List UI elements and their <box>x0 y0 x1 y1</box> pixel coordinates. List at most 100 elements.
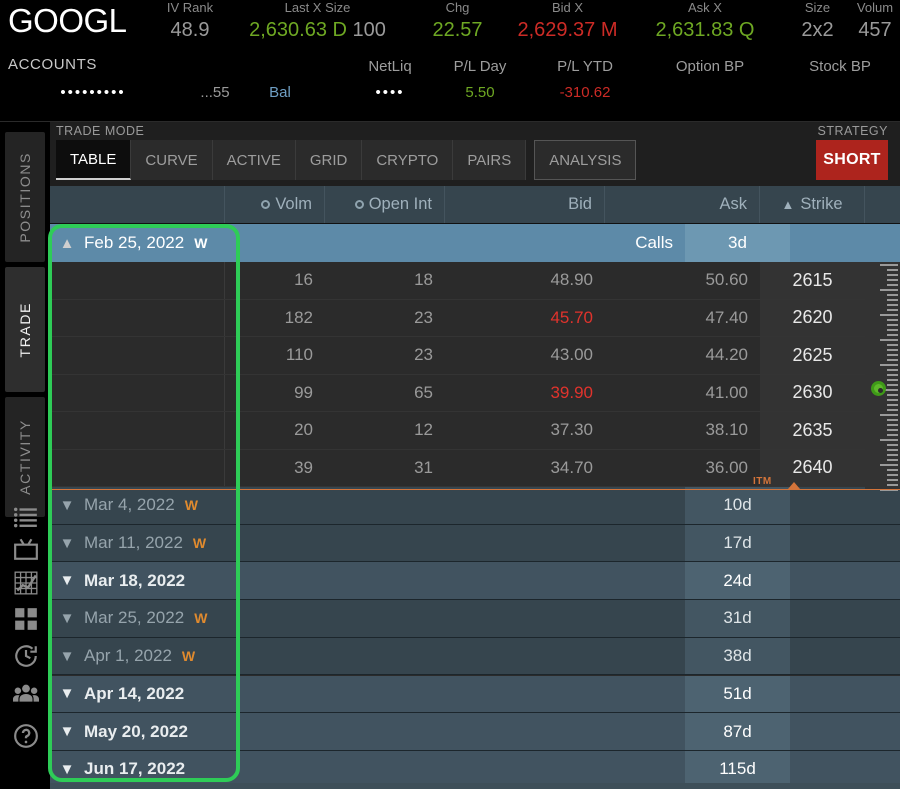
header-ask[interactable]: Ask <box>605 186 760 223</box>
cell-bid[interactable]: 45.70 <box>445 300 605 337</box>
cell-volm[interactable]: 39 <box>225 450 325 487</box>
cell-bid[interactable]: 34.70 <box>445 450 605 487</box>
strategy-short-button[interactable]: SHORT <box>816 140 888 180</box>
option-row[interactable]: 110 23 43.00 44.20 2625 <box>50 337 900 375</box>
people-icon[interactable] <box>13 681 39 707</box>
expiration-name[interactable]: ▼ Mar 25, 2022 W <box>50 600 225 637</box>
cell-strike[interactable]: 2615 <box>760 262 865 299</box>
ruler-tick <box>887 329 898 331</box>
ruler-tick <box>887 444 898 446</box>
expiration-row-spacer <box>225 676 685 713</box>
list-icon[interactable] <box>13 504 39 530</box>
cell-volm[interactable]: 182 <box>225 300 325 337</box>
filter-dot-icon <box>261 200 271 209</box>
cell-strike[interactable]: 2625 <box>760 337 865 374</box>
account-name[interactable]: ••••••••• <box>8 78 178 108</box>
symbol-label[interactable]: GOOGL <box>8 2 127 40</box>
ruler-tick <box>880 439 898 441</box>
cell-bid[interactable]: 48.90 <box>445 262 605 299</box>
ruler-tick <box>880 289 898 291</box>
option-row[interactable]: 99 65 39.90 41.00 2630 <box>50 374 900 412</box>
expiration-name[interactable]: ▼ Mar 11, 2022 W <box>50 525 225 562</box>
expiration-name[interactable]: ▼ May 20, 2022 <box>50 713 225 750</box>
cell-strike[interactable]: 2620 <box>760 299 865 336</box>
rail-tab-label: POSITIONS <box>17 151 33 243</box>
cell-open-int[interactable]: 12 <box>325 412 445 449</box>
cell-open-int[interactable]: 65 <box>325 375 445 412</box>
cell-volm[interactable]: 110 <box>225 337 325 374</box>
help-icon[interactable] <box>13 723 39 749</box>
header-open-int[interactable]: Open Int <box>325 186 445 223</box>
header-bid[interactable]: Bid <box>445 186 605 223</box>
expiration-row[interactable]: ▼ May 20, 2022 87d <box>50 713 900 751</box>
header-volm[interactable]: Volm <box>225 186 325 223</box>
expiration-name[interactable]: ▼ Mar 18, 2022 <box>50 562 225 599</box>
trade-mode-bar: TRADE MODE STRATEGY TABLE CURVE ACTIVE GRID… <box>50 122 900 186</box>
expiration-name[interactable]: ▼ Apr 1, 2022 W <box>50 638 225 675</box>
cell-ask[interactable]: 41.00 <box>605 375 760 412</box>
option-row[interactable]: 182 23 45.70 47.40 2620 <box>50 299 900 337</box>
cell-ask[interactable]: 44.20 <box>605 337 760 374</box>
cell-ask[interactable]: 36.00 <box>605 450 760 487</box>
expiration-days: 87d <box>685 713 790 750</box>
cell-volm[interactable]: 99 <box>225 375 325 412</box>
quote-field-bid-x: Bid X 2,629.37 M <box>500 0 635 44</box>
cell-ask[interactable]: 38.10 <box>605 412 760 449</box>
tab-active[interactable]: ACTIVE <box>212 140 296 180</box>
expiration-name[interactable]: ▼ Apr 14, 2022 <box>50 676 225 713</box>
option-row-spacer[interactable] <box>50 412 225 449</box>
history-clock-icon[interactable] <box>13 643 39 669</box>
option-row-spacer[interactable] <box>50 299 225 336</box>
rail-tab-activity[interactable]: ACTIVITY <box>5 397 45 517</box>
header-strike[interactable]: ▲ Strike <box>760 186 865 223</box>
cell-open-int[interactable]: 18 <box>325 262 445 299</box>
account-mode[interactable]: Bal <box>250 78 310 108</box>
expiration-row[interactable]: ▼ Mar 4, 2022 W 10d <box>50 487 900 525</box>
expiration-row-spacer <box>225 487 685 524</box>
tab-pairs[interactable]: PAIRS <box>453 140 527 180</box>
cell-strike[interactable]: 2640 <box>760 449 865 486</box>
quote-field-last-x-size: Last X Size 2,630.63 D 100 <box>230 0 405 44</box>
cell-open-int[interactable]: 23 <box>325 300 445 337</box>
cell-bid[interactable]: 39.90 <box>445 375 605 412</box>
cell-ask[interactable]: 50.60 <box>605 262 760 299</box>
expanded-expiration-row[interactable]: ▲ Feb 25, 2022 W Calls 3d <box>50 224 900 262</box>
expiration-name[interactable]: ▼ Mar 4, 2022 W <box>50 487 225 524</box>
option-row[interactable]: 39 31 34.70 36.00 2640 <box>50 449 900 487</box>
tab-grid[interactable]: GRID <box>295 140 363 180</box>
option-row-spacer[interactable] <box>50 374 225 411</box>
tab-analysis[interactable]: ANALYSIS <box>534 140 637 180</box>
grid-icon[interactable] <box>13 606 39 632</box>
cell-volm[interactable]: 20 <box>225 412 325 449</box>
tab-table[interactable]: TABLE <box>56 140 132 180</box>
cell-open-int[interactable]: 31 <box>325 450 445 487</box>
cell-ask[interactable]: 47.40 <box>605 300 760 337</box>
rail-tab-positions[interactable]: POSITIONS <box>5 132 45 262</box>
account-col-stock-bp: Stock BP <box>780 56 900 78</box>
expiration-row[interactable]: ▼ Apr 1, 2022 W 38d <box>50 637 900 676</box>
cell-open-int[interactable]: 23 <box>325 337 445 374</box>
cell-strike[interactable]: 2630 <box>760 374 865 411</box>
calls-label: Calls <box>635 233 673 252</box>
cell-volm[interactable]: 16 <box>225 262 325 299</box>
expiration-row[interactable]: ▼ Apr 14, 2022 51d <box>50 675 900 714</box>
rail-tab-trade[interactable]: TRADE <box>5 267 45 392</box>
cell-bid[interactable]: 43.00 <box>445 337 605 374</box>
option-row[interactable]: 20 12 37.30 38.10 2635 <box>50 412 900 450</box>
expiration-row[interactable]: ▼ Mar 11, 2022 W 17d <box>50 524 900 563</box>
expiration-row[interactable]: ▼ Mar 18, 2022 24d <box>50 562 900 601</box>
tab-crypto[interactable]: CRYPTO <box>362 140 454 180</box>
option-row-spacer[interactable] <box>50 262 225 299</box>
expiration-name[interactable]: ▲ Feb 25, 2022 W <box>50 224 225 262</box>
tab-curve[interactable]: CURVE <box>131 140 213 180</box>
weekly-badge: W <box>192 535 207 552</box>
option-row-spacer[interactable] <box>50 449 225 486</box>
chart-grid-icon[interactable] <box>13 570 39 596</box>
monitor-icon[interactable] <box>13 536 39 562</box>
cell-bid[interactable]: 37.30 <box>445 412 605 449</box>
ruler-spacer <box>790 224 825 262</box>
option-row[interactable]: 16 18 48.90 50.60 2615 <box>50 262 900 300</box>
cell-strike[interactable]: 2635 <box>760 412 865 449</box>
option-row-spacer[interactable] <box>50 337 225 374</box>
expiration-row[interactable]: ▼ Mar 25, 2022 W 31d <box>50 600 900 638</box>
